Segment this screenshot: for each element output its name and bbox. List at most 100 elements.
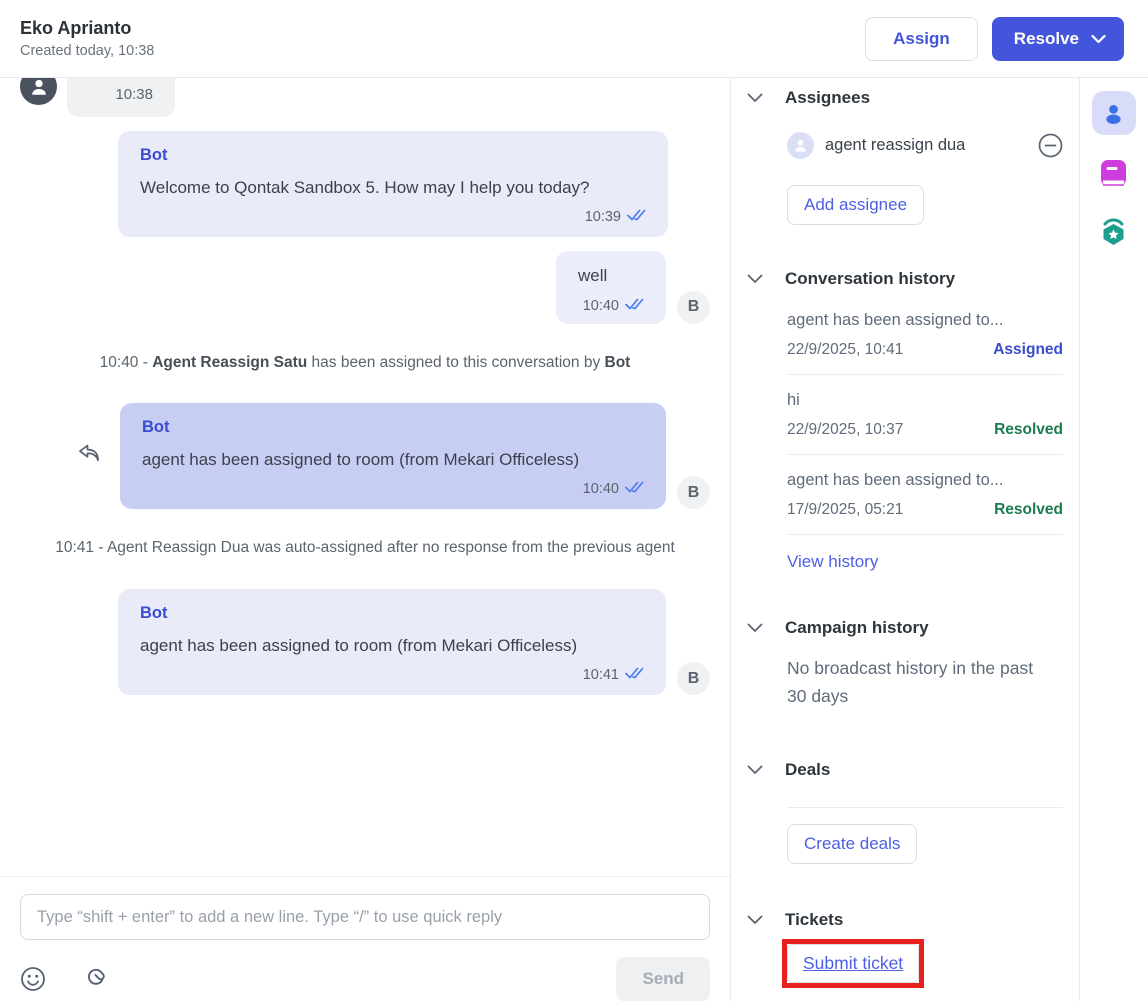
- history-entry-date: 17/9/2025, 05:21: [787, 501, 903, 519]
- conversation-history-toggle[interactable]: Conversation history: [747, 269, 1063, 289]
- status-badge: Resolved: [994, 501, 1063, 519]
- agent-avatar: B: [677, 291, 710, 324]
- message-time: 10:39: [585, 209, 621, 225]
- deals-toggle[interactable]: Deals: [747, 760, 1063, 780]
- add-assignee-button[interactable]: Add assignee: [787, 185, 924, 225]
- submit-ticket-button[interactable]: Submit ticket: [787, 944, 919, 983]
- section-conversation-history: Conversation history agent has been assi…: [747, 269, 1063, 572]
- section-campaign-history: Campaign history No broadcast history in…: [747, 618, 1063, 710]
- resolve-button-label: Resolve: [1014, 29, 1079, 49]
- history-entry-text: hi: [787, 391, 1063, 410]
- section-tickets: Tickets Submit ticket: [747, 910, 1063, 988]
- message-bubble[interactable]: hi 10:38: [67, 78, 175, 117]
- section-title: Assignees: [785, 88, 870, 108]
- system-message-text: has been assigned to this conversation b…: [307, 354, 604, 371]
- view-history-link[interactable]: View history: [787, 552, 878, 572]
- attachment-icon[interactable]: [83, 966, 109, 992]
- assignee-name: agent reassign dua: [825, 136, 965, 155]
- agent-avatar: B: [677, 476, 710, 509]
- details-sidebar: Assignees agent reassign dua Add assigne…: [731, 78, 1080, 1001]
- reply-icon[interactable]: [77, 442, 101, 469]
- page-title: Eko Aprianto: [20, 18, 154, 39]
- message-bubble[interactable]: Bot Welcome to Qontak Sandbox 5. How may…: [118, 131, 668, 237]
- resolve-button[interactable]: Resolve: [992, 17, 1124, 61]
- message-text: hi: [89, 78, 153, 80]
- tab-contact-details[interactable]: [1092, 91, 1136, 135]
- create-deals-button[interactable]: Create deals: [787, 824, 917, 864]
- message-text: Welcome to Qontak Sandbox 5. How may I h…: [140, 175, 646, 201]
- message-text: well: [578, 263, 644, 289]
- tab-tickets[interactable]: [1098, 218, 1129, 250]
- assign-button[interactable]: Assign: [865, 17, 978, 61]
- section-title: Conversation history: [785, 269, 955, 289]
- system-message: 10:41 - Agent Reassign Dua was auto-assi…: [20, 539, 710, 557]
- system-message-time: 10:40 -: [100, 354, 153, 371]
- chevron-down-icon: [747, 915, 763, 925]
- message-text: agent has been assigned to room (from Me…: [142, 447, 644, 473]
- status-badge: Assigned: [993, 341, 1063, 359]
- person-icon: [1101, 101, 1126, 126]
- sender-name: Bot: [142, 418, 644, 437]
- message-time: 10:40: [583, 481, 619, 497]
- double-check-icon: [625, 298, 644, 314]
- created-timestamp: Created today, 10:38: [20, 43, 154, 59]
- chevron-down-icon: [747, 93, 763, 103]
- sender-name: Bot: [140, 146, 646, 165]
- assignee-avatar: [787, 132, 814, 159]
- history-entry-text: agent has been assigned to...: [787, 471, 1063, 490]
- system-message-actor: Agent Reassign Satu: [152, 354, 307, 371]
- double-check-icon: [625, 667, 644, 683]
- tickets-toggle[interactable]: Tickets: [747, 910, 1063, 930]
- divider: [787, 807, 1063, 808]
- message-text: agent has been assigned to room (from Me…: [140, 633, 644, 659]
- chat-panel: hi 10:38 Bot Welcome to Qontak Sandbox 5…: [0, 78, 731, 1001]
- message-row-outgoing: well 10:40 B: [20, 251, 710, 323]
- message-composer: Send: [0, 876, 730, 1001]
- badge-star-icon: [1098, 218, 1129, 250]
- message-row-bot: Bot Welcome to Qontak Sandbox 5. How may…: [118, 131, 710, 237]
- system-message: 10:40 - Agent Reassign Satu has been ass…: [20, 354, 710, 372]
- tab-deals[interactable]: [1098, 158, 1129, 190]
- assignees-section-toggle[interactable]: Assignees: [747, 88, 1063, 108]
- chevron-down-icon: [747, 623, 763, 633]
- agent-avatar: B: [677, 662, 710, 695]
- assignee-row: agent reassign dua: [787, 132, 1063, 159]
- history-entry[interactable]: hi 22/9/2025, 10:37 Resolved: [787, 375, 1063, 455]
- message-row-bot: Bot agent has been assigned to room (fro…: [20, 589, 710, 695]
- section-title: Tickets: [785, 910, 843, 930]
- system-message-by: Bot: [605, 354, 631, 371]
- contact-info: Eko Aprianto Created today, 10:38: [20, 18, 154, 59]
- message-list[interactable]: hi 10:38 Bot Welcome to Qontak Sandbox 5…: [0, 78, 730, 876]
- message-bubble[interactable]: Bot agent has been assigned to room (fro…: [118, 589, 666, 695]
- history-entry[interactable]: agent has been assigned to... 17/9/2025,…: [787, 455, 1063, 535]
- message-row-bot: Bot agent has been assigned to room (fro…: [20, 403, 710, 509]
- remove-assignee-icon[interactable]: [1038, 133, 1063, 158]
- header-actions: Assign Resolve: [865, 17, 1124, 61]
- campaign-history-toggle[interactable]: Campaign history: [747, 618, 1063, 638]
- message-time: 10:41: [583, 667, 619, 683]
- message-bubble[interactable]: Bot agent has been assigned to room (fro…: [120, 403, 666, 509]
- section-title: Deals: [785, 760, 830, 780]
- history-entry-text: agent has been assigned to...: [787, 311, 1063, 330]
- message-row-incoming: hi 10:38: [20, 78, 710, 117]
- double-check-icon: [627, 209, 646, 225]
- message-time: 10:40: [583, 298, 619, 314]
- send-button[interactable]: Send: [616, 957, 710, 1001]
- conversation-header: Eko Aprianto Created today, 10:38 Assign…: [0, 0, 1148, 78]
- emoji-icon[interactable]: [20, 966, 46, 992]
- message-bubble[interactable]: well 10:40: [556, 251, 666, 323]
- section-title: Campaign history: [785, 618, 929, 638]
- history-entry-date: 22/9/2025, 10:37: [787, 421, 903, 439]
- chevron-down-icon: [747, 765, 763, 775]
- message-input[interactable]: [20, 894, 710, 940]
- campaign-empty-text: No broadcast history in the past 30 days: [787, 654, 1045, 710]
- message-time: 10:38: [89, 86, 153, 103]
- section-deals: Deals Create deals: [747, 760, 1063, 864]
- chevron-down-icon: [1091, 29, 1106, 49]
- history-entry[interactable]: agent has been assigned to... 22/9/2025,…: [787, 289, 1063, 375]
- notebook-icon: [1098, 158, 1129, 190]
- sender-name: Bot: [140, 604, 644, 623]
- chevron-down-icon: [747, 274, 763, 284]
- contact-avatar: [20, 78, 57, 105]
- double-check-icon: [625, 481, 644, 497]
